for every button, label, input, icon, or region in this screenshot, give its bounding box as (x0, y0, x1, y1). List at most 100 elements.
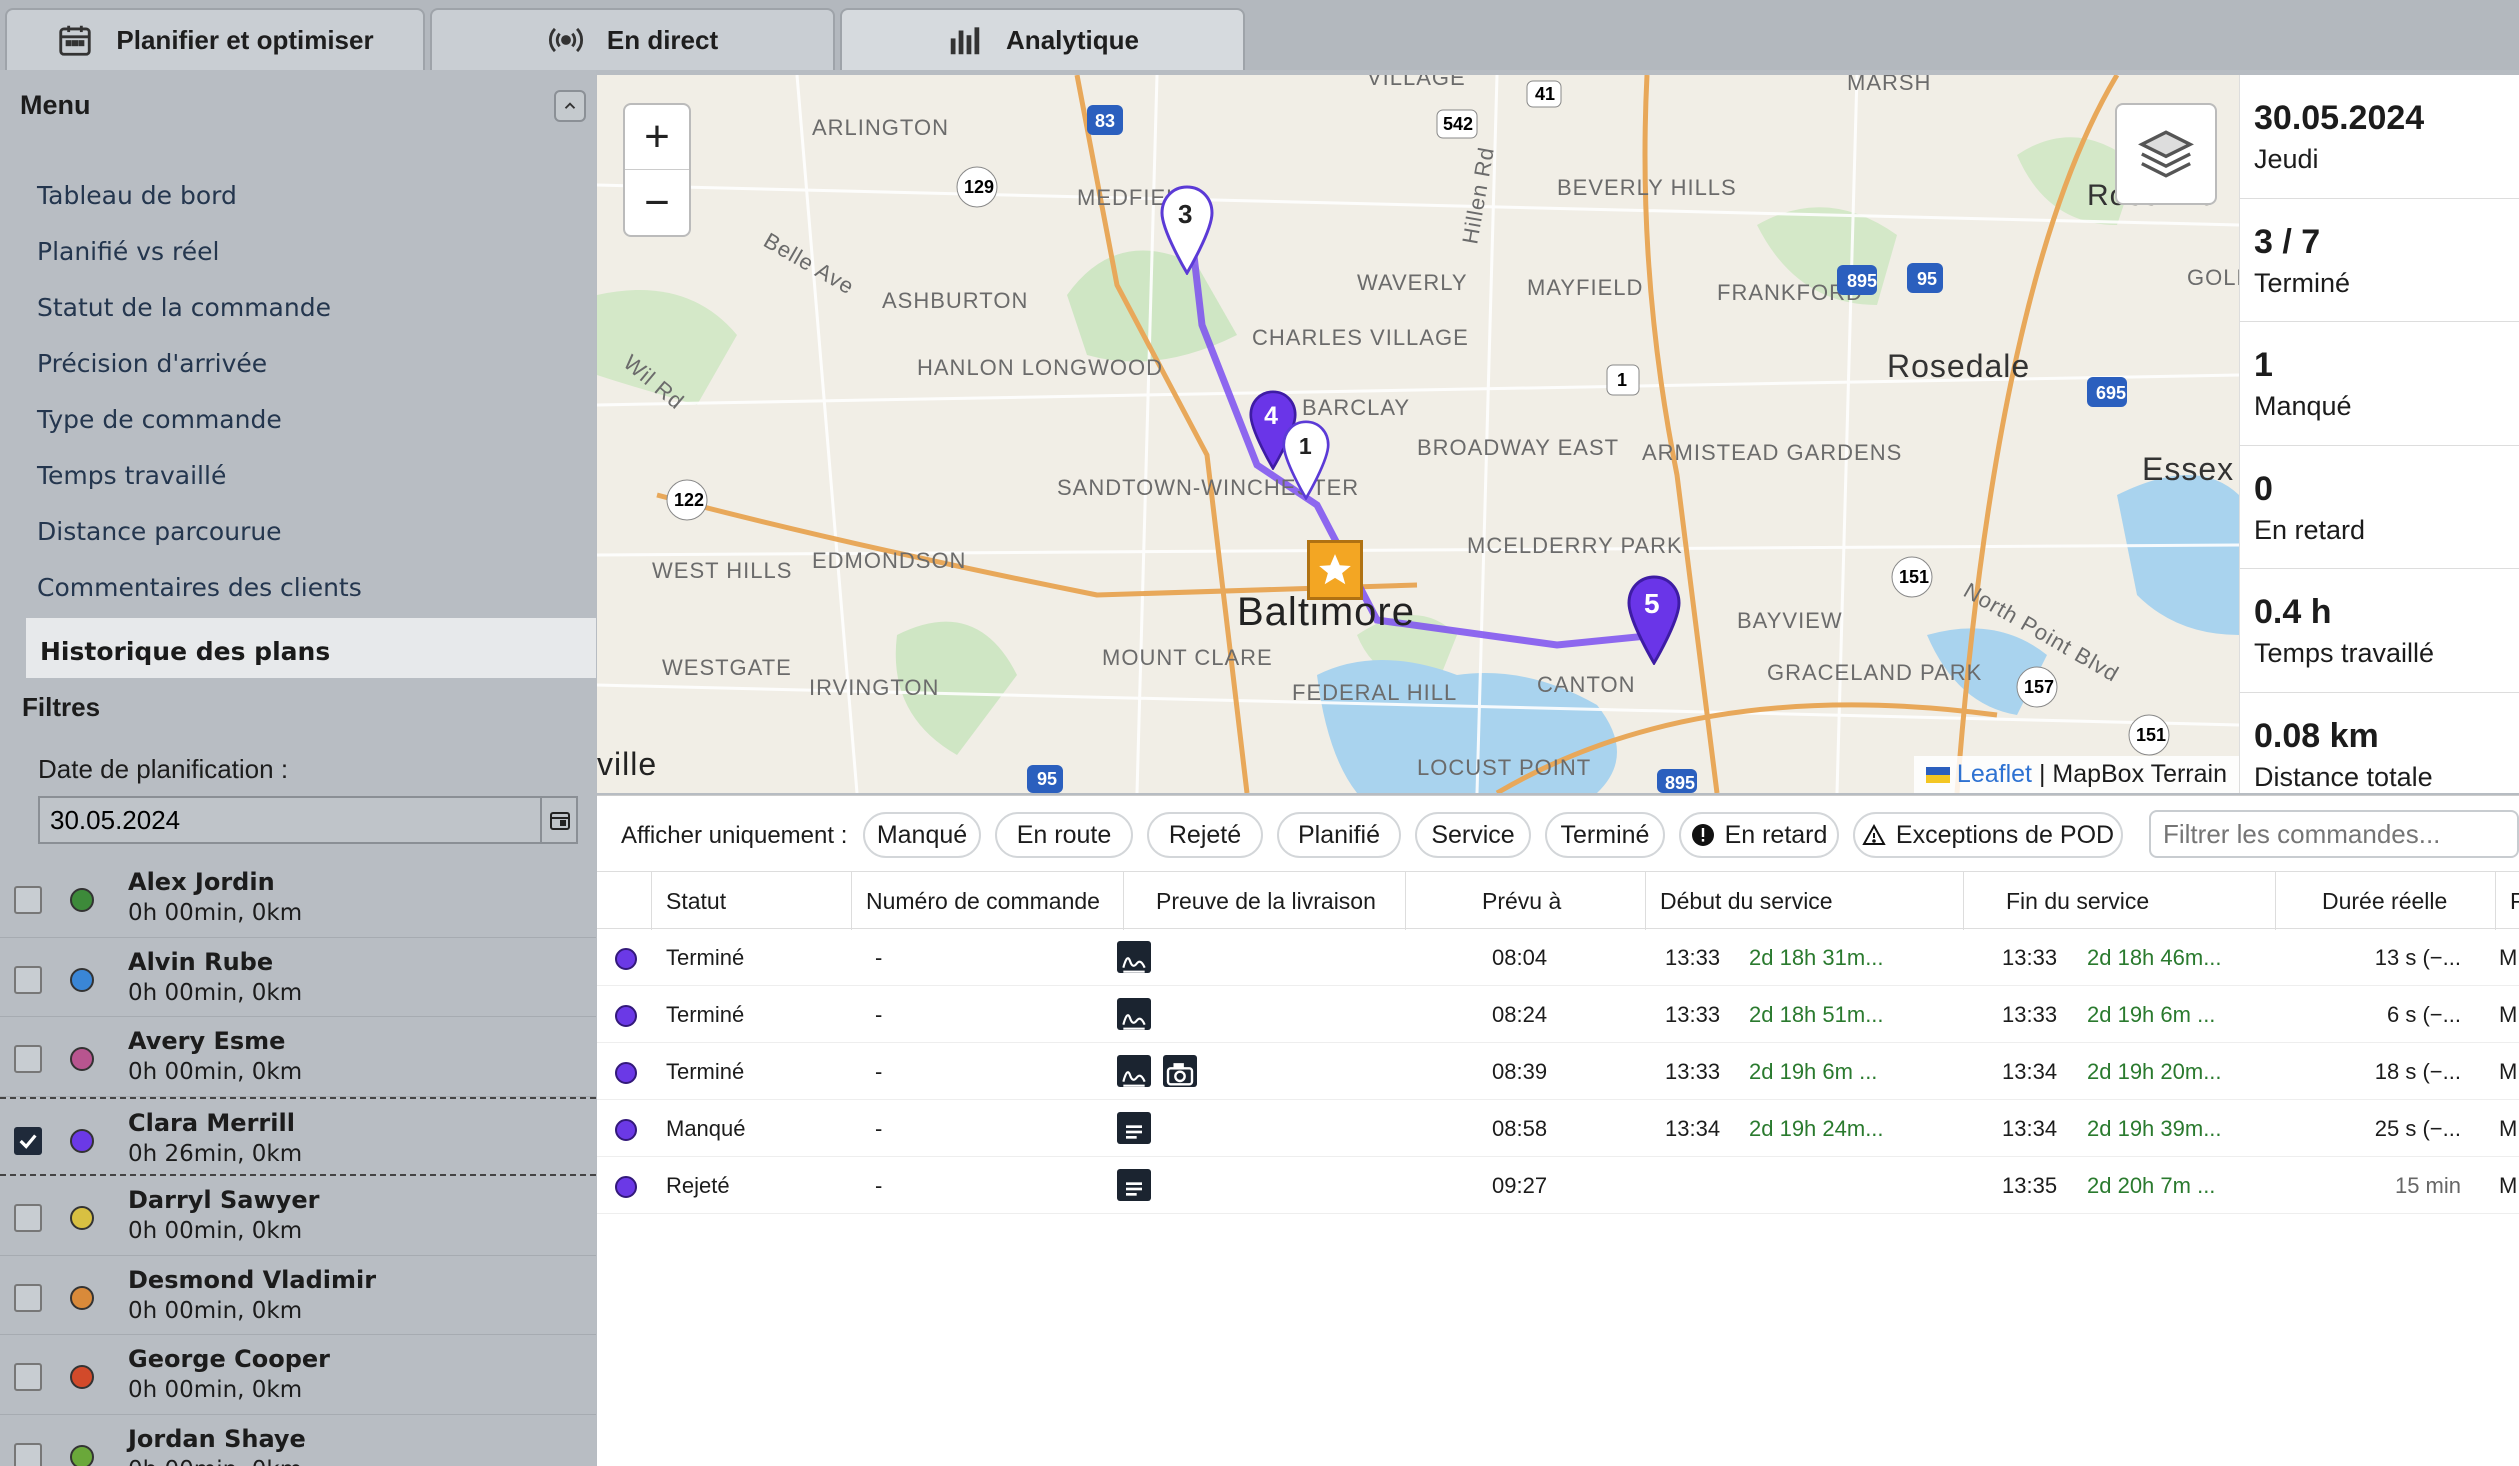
stat-completed: 3 / 7 Terminé (2240, 199, 2519, 322)
layers-button[interactable] (2115, 103, 2217, 205)
cell-start-delta: 2d 19h 24m... (1749, 1116, 1884, 1141)
map-label: FEDERAL HILL (1292, 680, 1457, 705)
driver-row[interactable]: Avery Esme 0h 00min, 0km (0, 1017, 596, 1097)
checkmark-icon (19, 1133, 37, 1149)
driver-checkbox[interactable] (14, 886, 42, 914)
menu-item-statut-commande[interactable]: Statut de la commande (0, 280, 596, 336)
table-row[interactable]: Terminé - 08:24 13:33 2d 18h 51m... 13:3… (597, 986, 2519, 1043)
cell-start: 13:33 (1665, 1059, 1721, 1084)
driver-row[interactable]: Desmond Vladimir 0h 00min, 0km (0, 1256, 596, 1335)
signature-icon[interactable] (1117, 998, 1151, 1031)
filter-chip-rejete[interactable]: Rejeté (1147, 812, 1263, 858)
filter-chip-en-retard[interactable]: En retard (1679, 812, 1839, 858)
filter-chip-manque[interactable]: Manqué (863, 812, 981, 858)
route-marker-1[interactable]: 1 (1282, 420, 1330, 500)
cell-end: 13:33 (2002, 1002, 2058, 1027)
menu-item-historique-plans[interactable]: Historique des plans (26, 618, 596, 678)
filters-title: Filtres (22, 692, 101, 722)
stat-date: 30.05.2024 Jeudi (2240, 75, 2519, 199)
tab-analytique[interactable]: Analytique (840, 8, 1245, 70)
driver-meta: 0h 26min, 0km (128, 1140, 303, 1167)
driver-checkbox[interactable] (14, 1126, 42, 1155)
driver-checkbox[interactable] (14, 1204, 42, 1232)
menu-item-commentaires-clients[interactable]: Commentaires des clients (0, 560, 596, 616)
filter-chip-termine[interactable]: Terminé (1545, 812, 1665, 858)
route-marker-3[interactable]: 3 (1160, 185, 1214, 275)
driver-row[interactable]: Alvin Rube 0h 00min, 0km (0, 938, 596, 1017)
table-row[interactable]: Rejeté - 09:27 13:35 2d 20h 7m ... 15 mi… (597, 1157, 2519, 1214)
route-map[interactable]: ARLINGTON MEDFIELD WAVERLY BEVERLY HILLS… (597, 75, 2239, 793)
filter-chip-planifie[interactable]: Planifié (1277, 812, 1401, 858)
driver-row[interactable]: Jordan Shaye 0h 00min, 0km (0, 1415, 596, 1466)
driver-checkbox[interactable] (14, 1442, 42, 1466)
cell-order: - (875, 1002, 883, 1027)
status-filter-bar: Afficher uniquement : Manqué En route Re… (597, 795, 2519, 871)
menu-item-planifie-vs-reel[interactable]: Planifié vs réel (0, 224, 596, 280)
map-label: IRVINGTON (809, 675, 939, 700)
note-icon[interactable] (1117, 1169, 1151, 1202)
driver-color-dot (70, 1365, 94, 1389)
driver-row[interactable]: Clara Merrill 0h 26min, 0km (0, 1096, 596, 1176)
svg-text:122: 122 (674, 490, 704, 510)
col-numero-commande[interactable]: Numéro de commande (851, 872, 1123, 930)
planning-date-input[interactable] (38, 796, 578, 844)
driver-color-dot (70, 1128, 94, 1153)
menu-item-precision-arrivee[interactable]: Précision d'arrivée (0, 336, 596, 392)
chip-label: En retard (1724, 820, 1828, 849)
menu-title: Menu (20, 90, 91, 120)
tab-planifier[interactable]: Planifier et optimiser (5, 8, 425, 70)
col-fin-service[interactable]: Fin du service (1963, 872, 2275, 930)
stat-label: En retard (2254, 514, 2366, 545)
driver-row[interactable]: Alex Jordin 0h 00min, 0km (0, 858, 596, 938)
cell-end-delta: 2d 18h 46m... (2087, 945, 2222, 970)
driver-row[interactable]: Darryl Sawyer 0h 00min, 0km (0, 1176, 596, 1256)
driver-color-dot (70, 967, 94, 992)
col-extra[interactable]: Pe (2495, 872, 2519, 930)
cell-duration: 6 s (−... (2387, 1002, 2461, 1027)
leaflet-link[interactable]: Leaflet (1957, 760, 2032, 788)
menu-item-temps-travaille[interactable]: Temps travaillé (0, 448, 596, 504)
map-label: BARCLAY (1302, 395, 1410, 420)
collapse-menu-button[interactable] (554, 90, 586, 122)
col-preuve-livraison[interactable]: Preuve de la livraison (1123, 872, 1405, 930)
col-prevu-a[interactable]: Prévu à (1405, 872, 1645, 930)
stat-value: 0 (2254, 469, 2273, 508)
signature-icon[interactable] (1117, 1055, 1151, 1088)
filter-chip-service[interactable]: Service (1415, 812, 1531, 858)
depot-star-marker[interactable] (1307, 540, 1363, 600)
menu-item-distance-parcourue[interactable]: Distance parcourue (0, 504, 596, 560)
zoom-in-button[interactable]: + (625, 105, 689, 170)
menu-item-tableau-de-bord[interactable]: Tableau de bord (0, 168, 596, 224)
svg-text:151: 151 (1899, 567, 1929, 587)
tab-en-direct[interactable]: En direct (430, 8, 835, 70)
driver-checkbox[interactable] (14, 965, 42, 994)
driver-row[interactable]: George Cooper 0h 00min, 0km (0, 1335, 596, 1415)
date-picker-button[interactable] (540, 796, 578, 844)
map-label: CANTON (1537, 672, 1636, 697)
route-marker-5[interactable]: 5 (1627, 575, 1681, 665)
order-filter-input[interactable] (2149, 810, 2519, 858)
filter-chip-exceptions-pod[interactable]: Exceptions de POD (1853, 812, 2123, 858)
table-row[interactable]: Terminé - 08:04 13:33 2d 18h 31m... 13:3… (597, 929, 2519, 986)
table-row[interactable]: Terminé - 08:39 13:33 2d 19h 6m ... 13:3… (597, 1043, 2519, 1100)
layers-icon (2138, 130, 2194, 178)
svg-text:83: 83 (1095, 111, 1115, 131)
cell-start-delta: 2d 19h 6m ... (1749, 1059, 1878, 1084)
col-debut-service[interactable]: Début du service (1645, 872, 1963, 930)
note-icon[interactable] (1117, 1112, 1151, 1145)
driver-checkbox[interactable] (14, 1283, 42, 1312)
camera-icon[interactable] (1163, 1055, 1198, 1088)
filter-chip-en-route[interactable]: En route (995, 812, 1133, 858)
menu-item-type-commande[interactable]: Type de commande (0, 392, 596, 448)
zoom-out-button[interactable]: − (625, 170, 689, 235)
cell-order: - (875, 1116, 883, 1141)
driver-checkbox[interactable] (14, 1045, 42, 1073)
driver-checkbox[interactable] (14, 1363, 42, 1391)
chevron-up-icon (564, 102, 576, 109)
col-statut[interactable]: Statut (651, 872, 851, 930)
driver-meta: 0h 00min, 0km (128, 1457, 302, 1466)
table-row[interactable]: Manqué - 08:58 13:34 2d 19h 24m... 13:34… (597, 1100, 2519, 1157)
signature-icon[interactable] (1117, 941, 1151, 974)
col-duree-reelle[interactable]: Durée réelle (2275, 872, 2495, 930)
map-base: ARLINGTON MEDFIELD WAVERLY BEVERLY HILLS… (597, 75, 2239, 793)
